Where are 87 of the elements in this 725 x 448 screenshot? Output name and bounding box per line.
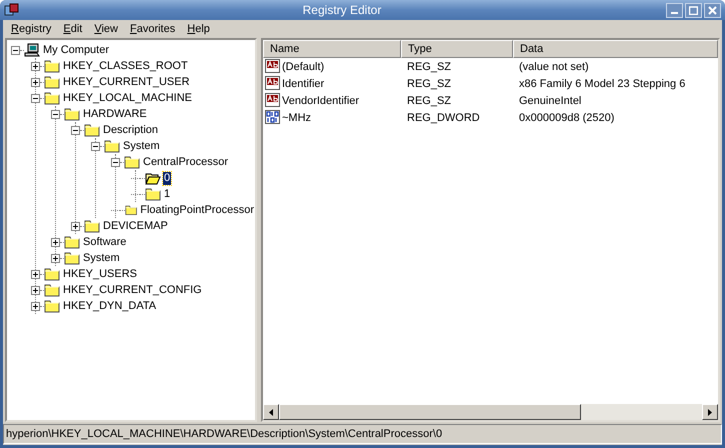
menu-item[interactable]: Registry xyxy=(5,21,58,37)
horizontal-scrollbar[interactable] xyxy=(263,404,718,420)
value-data: (value not set) xyxy=(518,60,590,72)
tree-item[interactable]: 0 xyxy=(163,172,172,184)
expand-button[interactable] xyxy=(71,222,80,230)
left-arrow-icon xyxy=(269,408,273,416)
tree-item[interactable]: Software xyxy=(82,236,128,248)
tree-item[interactable]: DEVICEMAP xyxy=(102,220,169,232)
tree-item[interactable]: 1 xyxy=(163,188,172,200)
folder-icon xyxy=(44,75,60,89)
folder-icon xyxy=(64,107,80,121)
expand-button[interactable] xyxy=(31,286,40,294)
folder-icon xyxy=(44,267,60,281)
folder-icon xyxy=(44,299,60,313)
maximize-button[interactable] xyxy=(685,2,702,18)
value-type: REG_SZ xyxy=(406,78,452,90)
folder-icon xyxy=(64,251,80,265)
scrollbar-thumb[interactable] xyxy=(279,404,581,420)
tree-item[interactable]: HKEY_DYN_DATA xyxy=(62,300,158,312)
folder-icon xyxy=(44,59,60,73)
value-data: x86 Family 6 Model 23 Stepping 6 xyxy=(518,78,686,90)
folder-icon xyxy=(125,203,138,217)
string-value-icon xyxy=(265,93,281,108)
binary-value-icon xyxy=(265,110,281,125)
collapse-button[interactable] xyxy=(111,158,120,166)
expand-button[interactable] xyxy=(31,270,40,278)
string-value-icon xyxy=(265,76,281,91)
expand-button[interactable] xyxy=(51,254,60,262)
column-header[interactable]: Type xyxy=(401,40,513,58)
value-type: REG_SZ xyxy=(406,94,452,106)
tree-item[interactable]: System xyxy=(82,252,121,264)
status-bar: hyperion\HKEY_LOCAL_MACHINE\HARDWARE\Description\System\CentralProcessor\0 xyxy=(3,424,722,444)
menu-item[interactable]: Edit xyxy=(57,21,88,37)
expand-button[interactable] xyxy=(31,302,40,310)
tree-item[interactable]: Description xyxy=(102,124,160,136)
menu-item[interactable]: Favorites xyxy=(124,21,182,37)
maximize-icon xyxy=(689,6,698,14)
tree-item[interactable]: HKEY_CURRENT_USER xyxy=(62,76,191,88)
tree-item[interactable]: System xyxy=(122,140,161,152)
close-button[interactable] xyxy=(704,2,721,18)
value-name[interactable]: (Default) xyxy=(282,60,324,72)
open-folder-icon xyxy=(145,171,161,185)
folder-icon xyxy=(145,187,161,201)
expand-button[interactable] xyxy=(31,78,40,86)
tree-item[interactable]: HKEY_USERS xyxy=(62,268,138,280)
window-title: Registry Editor xyxy=(302,3,382,17)
value-data: 0x000009d8 (2520) xyxy=(518,112,616,124)
close-icon xyxy=(708,6,717,14)
folder-icon xyxy=(104,139,120,153)
minimize-button[interactable] xyxy=(666,2,683,18)
column-header[interactable]: Data xyxy=(513,40,718,58)
expand-button[interactable] xyxy=(51,238,60,246)
tree-item[interactable]: HKEY_CLASSES_ROOT xyxy=(62,60,189,72)
value-name[interactable]: VendorIdentifier xyxy=(282,94,360,106)
tree-item[interactable]: HKEY_LOCAL_MACHINE xyxy=(62,92,193,104)
folder-icon xyxy=(64,235,80,249)
folder-icon xyxy=(44,91,60,105)
expand-button[interactable] xyxy=(31,62,40,70)
folder-icon xyxy=(84,123,100,137)
collapse-button[interactable] xyxy=(31,94,40,102)
folder-icon xyxy=(124,155,140,169)
collapse-button[interactable] xyxy=(11,46,20,54)
tree-item[interactable]: HKEY_CURRENT_CONFIG xyxy=(62,284,203,296)
scroll-right-button[interactable] xyxy=(702,404,718,420)
scroll-left-button[interactable] xyxy=(263,404,279,420)
column-header[interactable]: Name xyxy=(263,40,401,58)
tree-item[interactable]: HARDWARE xyxy=(82,108,148,120)
value-name[interactable]: ~MHz xyxy=(282,112,312,124)
collapse-button[interactable] xyxy=(71,126,80,134)
right-arrow-icon xyxy=(708,408,712,416)
computer-icon xyxy=(24,42,40,58)
collapse-button[interactable] xyxy=(51,110,60,118)
value-name[interactable]: Identifier xyxy=(282,78,324,90)
menu-item[interactable]: Help xyxy=(181,21,216,37)
folder-icon xyxy=(44,283,60,297)
value-data: GenuineIntel xyxy=(518,94,582,106)
collapse-button[interactable] xyxy=(91,142,100,150)
tree-item[interactable]: FloatingPointProcessor xyxy=(139,204,255,216)
tree-item[interactable]: My Computer xyxy=(42,44,110,56)
string-value-icon xyxy=(265,59,281,74)
value-type: REG_SZ xyxy=(406,60,452,72)
app-icon xyxy=(4,3,20,17)
menu-item[interactable]: View xyxy=(88,21,124,37)
value-type: REG_DWORD xyxy=(406,112,481,124)
tree-item[interactable]: CentralProcessor xyxy=(142,156,229,168)
folder-icon xyxy=(84,219,100,233)
minimize-icon xyxy=(671,12,678,14)
